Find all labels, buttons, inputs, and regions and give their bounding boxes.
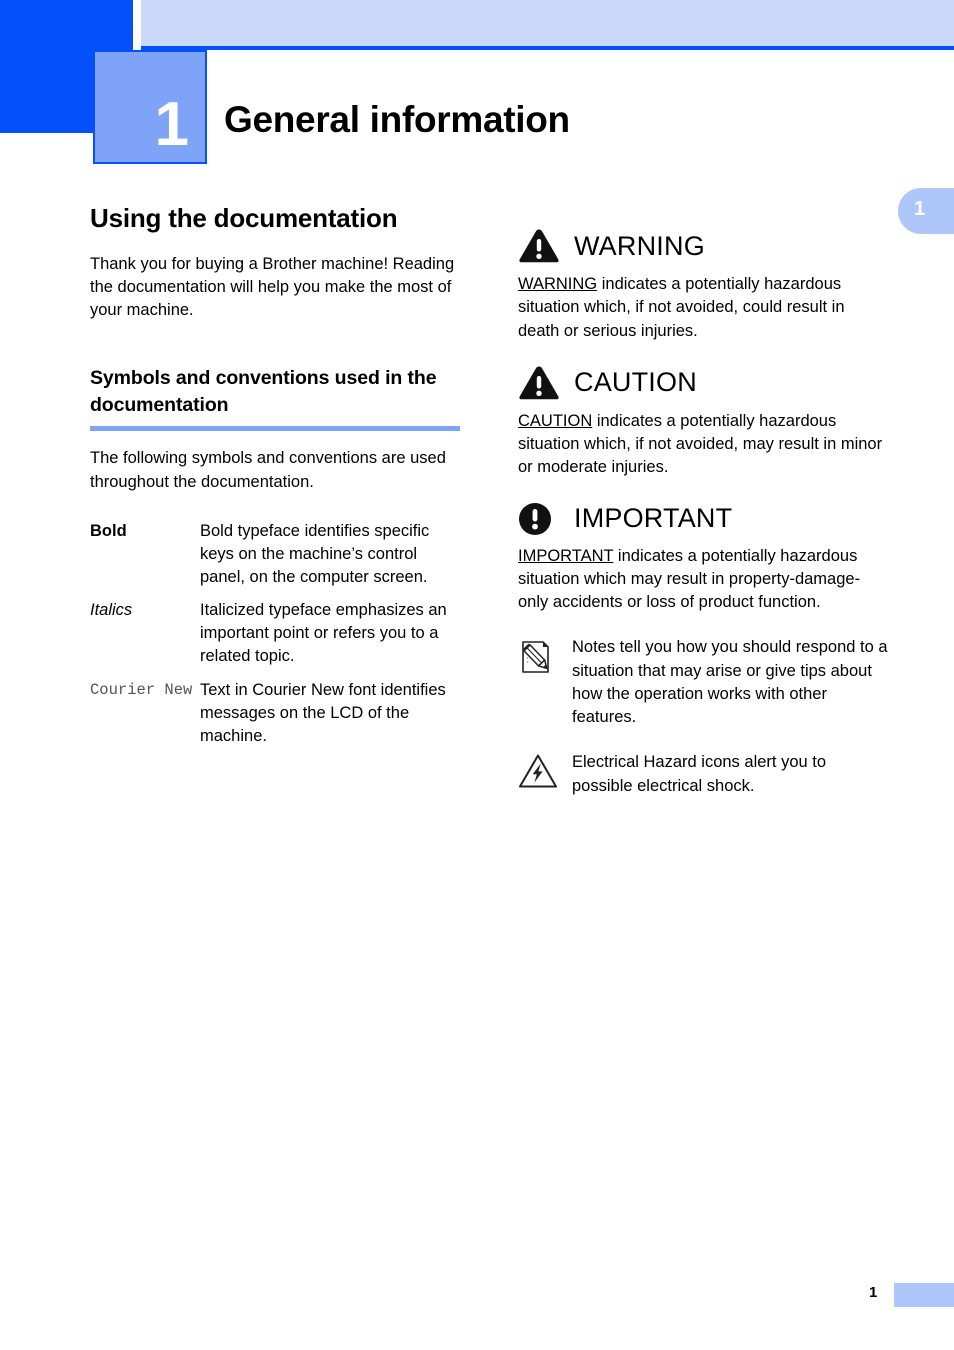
right-column: WARNING WARNING indicates a potentially … — [518, 228, 890, 798]
note-text: Notes tell you how you should respond to… — [572, 638, 888, 726]
caution-heading: CAUTION — [518, 365, 890, 401]
conventions-table: Bold Bold typeface identifies specific k… — [90, 520, 462, 758]
caution-triangle-icon — [518, 365, 560, 401]
chapter-number-box: 1 — [93, 50, 207, 164]
definition-description: Bold typeface identifies specific keys o… — [200, 521, 430, 587]
important-keyword: IMPORTANT — [518, 546, 614, 565]
caution-label: CAUTION — [574, 367, 697, 398]
warning-triangle-icon — [518, 228, 560, 264]
chapter-number: 1 — [154, 90, 189, 159]
definition-term: Italics — [90, 601, 133, 620]
important-circle-icon — [518, 502, 552, 536]
definition-term: Bold — [90, 521, 127, 540]
header-band — [141, 0, 954, 46]
definition-description: Italicized typeface emphasizes an import… — [200, 601, 447, 666]
page-title: General information — [224, 98, 570, 140]
section-title: Using the documentation — [90, 203, 398, 233]
important-label: IMPORTANT — [574, 503, 733, 533]
subsection-divider — [90, 426, 460, 432]
side-chapter-tab-number: 1 — [914, 198, 926, 220]
important-body: IMPORTANT indicates a potentially hazard… — [518, 545, 890, 615]
side-chapter-tab: 1 — [898, 188, 954, 234]
table-row: Italics Italicized typeface emphasizes a… — [90, 599, 462, 678]
definition-description: Text in Courier New font identifies mess… — [200, 680, 446, 745]
important-heading: IMPORTANT — [518, 502, 890, 536]
intro-paragraph: Thank you for buying a Brother machine! … — [90, 254, 455, 320]
subsection-title: Symbols and conventions used in the docu… — [90, 366, 437, 416]
warning-keyword: WARNING — [518, 275, 598, 293]
electrical-hazard-icon — [518, 751, 558, 789]
note-row: Notes tell you how you should respond to… — [518, 636, 890, 729]
warning-label: WARNING — [574, 230, 705, 261]
page-number: 1 — [869, 1284, 878, 1301]
electrical-hazard-row: Electrical Hazard icons alert you to pos… — [518, 751, 890, 798]
table-row: Courier New Text in Courier New font ide… — [90, 679, 462, 758]
table-row: Bold Bold typeface identifies specific k… — [90, 520, 462, 599]
left-column: Using the documentation Thank you for bu… — [90, 200, 462, 758]
footer-accent-bar — [894, 1283, 954, 1307]
warning-body: WARNING indicates a potentially hazardou… — [518, 273, 890, 343]
electrical-hazard-text: Electrical Hazard icons alert you to pos… — [572, 753, 827, 795]
caution-body: CAUTION indicates a potentially hazardou… — [518, 410, 890, 480]
subsection-intro: The following symbols and conventions ar… — [90, 449, 446, 491]
note-pencil-icon — [518, 636, 558, 676]
header-rule — [141, 46, 954, 50]
definition-term: Courier New — [90, 680, 193, 699]
warning-heading: WARNING — [518, 228, 890, 264]
caution-keyword: CAUTION — [518, 411, 593, 430]
